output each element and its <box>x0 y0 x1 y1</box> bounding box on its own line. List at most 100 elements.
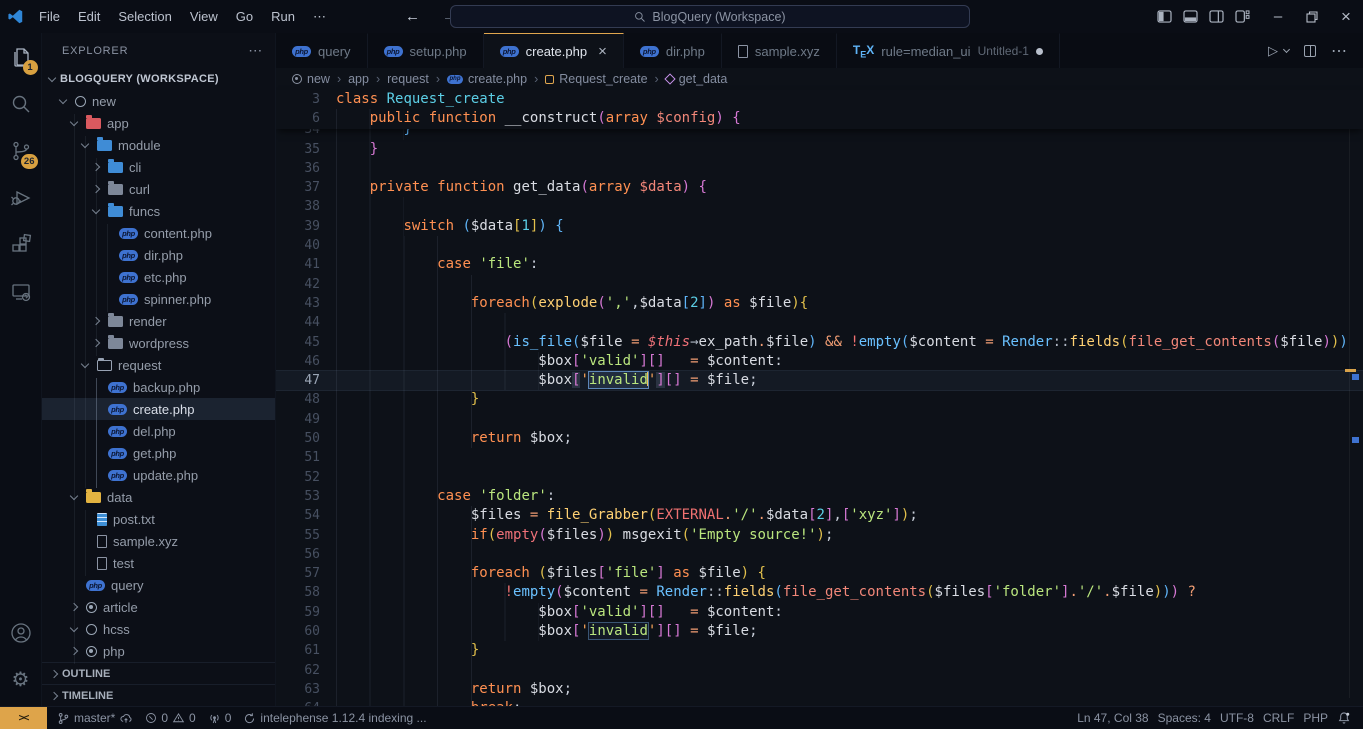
code-line-42[interactable]: 42 <box>276 275 1363 294</box>
account-icon[interactable] <box>0 609 42 656</box>
code-line-38[interactable]: 38 <box>276 197 1363 216</box>
tree-item-spinner.php[interactable]: phpspinner.php <box>42 288 275 310</box>
code-line-49[interactable]: 49 <box>276 410 1363 429</box>
breadcrumb-app[interactable]: app <box>348 72 369 86</box>
tree-item-create.php[interactable]: phpcreate.php <box>42 398 275 420</box>
code-line-62[interactable]: 62 <box>276 661 1363 680</box>
breadcrumb-get_data[interactable]: get_data <box>666 72 728 86</box>
tree-item-funcs[interactable]: funcs <box>42 200 275 222</box>
code-line-44[interactable]: 44 <box>276 313 1363 332</box>
remote-indicator[interactable]: >< <box>0 707 47 729</box>
code-area[interactable]: 34 }35 }3637 private function get_data(a… <box>276 129 1363 706</box>
menu-edit[interactable]: Edit <box>69 9 109 24</box>
code-line-46[interactable]: 46 $box['valid'][] = $content: <box>276 352 1363 371</box>
indentation[interactable]: Spaces: 4 <box>1158 711 1211 725</box>
language-mode[interactable]: PHP <box>1303 711 1328 725</box>
eol-sequence[interactable]: CRLF <box>1263 711 1294 725</box>
code-line-41[interactable]: 41 case 'file': <box>276 255 1363 274</box>
menu-selection[interactable]: Selection <box>109 9 180 24</box>
code-line-40[interactable]: 40 <box>276 236 1363 255</box>
run-button[interactable]: ▷ <box>1268 43 1289 59</box>
tree-item-app[interactable]: app <box>42 112 275 134</box>
ports-item[interactable]: 0 <box>202 711 238 725</box>
source-control-icon[interactable]: 26 <box>0 127 42 174</box>
menu-run[interactable]: Run <box>262 9 304 24</box>
code-line-57[interactable]: 57 foreach ($files['file'] as $file) { <box>276 564 1363 583</box>
remote-explorer-icon[interactable] <box>0 268 42 315</box>
code-line-60[interactable]: 60 $box['invalid'][] = $file; <box>276 622 1363 641</box>
timeline-section[interactable]: TIMELINE <box>42 684 275 706</box>
code-line-34[interactable]: 34 } <box>276 129 1363 140</box>
code-line-35[interactable]: 35 } <box>276 140 1363 159</box>
toggle-secondary-sidebar-icon[interactable] <box>1209 10 1224 23</box>
breadcrumb-request[interactable]: request <box>387 72 429 86</box>
search-sidebar-icon[interactable] <box>0 80 42 127</box>
tree-item-curl[interactable]: curl <box>42 178 275 200</box>
command-center-search[interactable]: BlogQuery (Workspace) <box>450 5 970 28</box>
minimize-button[interactable]: – <box>1261 0 1295 33</box>
close-icon[interactable]: × <box>598 43 607 60</box>
menu-[interactable]: ⋯ <box>304 9 335 24</box>
split-editor-icon[interactable] <box>1304 45 1316 57</box>
code-line-36[interactable]: 36 <box>276 159 1363 178</box>
intelephense-item[interactable]: intelephense 1.12.4 indexing ... <box>237 711 432 725</box>
tree-item-render[interactable]: render <box>42 310 275 332</box>
tree-item-php[interactable]: php <box>42 640 275 662</box>
tree-item-test[interactable]: test <box>42 552 275 574</box>
breadcrumb-Request_create[interactable]: Request_create <box>545 72 647 86</box>
cursor-position[interactable]: Ln 47, Col 38 <box>1077 711 1148 725</box>
tab-sample.xyz[interactable]: sample.xyz <box>722 33 837 68</box>
back-arrow-icon[interactable]: ← <box>405 8 420 25</box>
code-line-61[interactable]: 61 } <box>276 641 1363 660</box>
tab-rule=median_ui[interactable]: TEXrule=median_uiUntitled-1 <box>837 33 1060 68</box>
code-line-54[interactable]: 54 $files = file_Grabber(EXTERNAL.'/'.$d… <box>276 506 1363 525</box>
breadcrumb-create.php[interactable]: phpcreate.php <box>447 72 527 86</box>
tab-query[interactable]: phpquery <box>276 33 368 68</box>
code-line-55[interactable]: 55 if(empty($files)) msgexit('Empty sour… <box>276 526 1363 545</box>
outline-section[interactable]: OUTLINE <box>42 662 275 684</box>
tab-setup.php[interactable]: phpsetup.php <box>368 33 484 68</box>
encoding[interactable]: UTF-8 <box>1220 711 1254 725</box>
customize-layout-icon[interactable] <box>1235 10 1250 23</box>
tree-item-cli[interactable]: cli <box>42 156 275 178</box>
tab-create.php[interactable]: phpcreate.php× <box>484 33 624 68</box>
problems-item[interactable]: 0 0 <box>139 711 201 725</box>
code-line-47[interactable]: 47 $box['invalid'][] = $file; <box>276 371 1363 390</box>
code-line-43[interactable]: 43 foreach(explode(',',$data[2]) as $fil… <box>276 294 1363 313</box>
breadcrumb-new[interactable]: new <box>292 72 330 86</box>
menu-file[interactable]: File <box>30 9 69 24</box>
code-line-56[interactable]: 56 <box>276 545 1363 564</box>
code-line-58[interactable]: 58 !empty($content = Render::fields(file… <box>276 583 1363 602</box>
settings-gear-icon[interactable]: ⚙ <box>0 656 42 702</box>
tree-item-etc.php[interactable]: phpetc.php <box>42 266 275 288</box>
tree-item-wordpress[interactable]: wordpress <box>42 332 275 354</box>
code-line-59[interactable]: 59 $box['valid'][] = $content: <box>276 603 1363 622</box>
close-window-button[interactable]: × <box>1329 0 1363 33</box>
git-branch-item[interactable]: master* <box>51 711 139 726</box>
tree-item-get.php[interactable]: phpget.php <box>42 442 275 464</box>
tree-item-query[interactable]: phpquery <box>42 574 275 596</box>
run-debug-icon[interactable] <box>0 174 42 221</box>
extensions-icon[interactable] <box>0 221 42 268</box>
restore-button[interactable] <box>1295 0 1329 33</box>
more-actions-icon[interactable]: ⋯ <box>1331 41 1347 61</box>
tree-item-article[interactable]: article <box>42 596 275 618</box>
code-line-52[interactable]: 52 <box>276 468 1363 487</box>
tree-item-data[interactable]: data <box>42 486 275 508</box>
tree-item-new[interactable]: new <box>42 90 275 112</box>
code-line-64[interactable]: 64 break; <box>276 699 1363 706</box>
notifications-bell-icon[interactable] <box>1337 711 1351 725</box>
workspace-root[interactable]: BLOGQUERY (WORKSPACE) <box>42 68 275 90</box>
toggle-sidebar-icon[interactable] <box>1157 10 1172 23</box>
code-line-3[interactable]: 3class Request_create <box>276 90 1363 109</box>
code-line-53[interactable]: 53 case 'folder': <box>276 487 1363 506</box>
code-line-6[interactable]: 6 public function __construct(array $con… <box>276 109 1363 128</box>
menu-go[interactable]: Go <box>227 9 262 24</box>
explorer-icon[interactable]: 1 <box>0 33 42 80</box>
toggle-panel-icon[interactable] <box>1183 10 1198 23</box>
code-line-37[interactable]: 37 private function get_data(array $data… <box>276 178 1363 197</box>
tree-item-dir.php[interactable]: phpdir.php <box>42 244 275 266</box>
sidebar-more-icon[interactable]: ⋯ <box>248 42 263 59</box>
code-line-39[interactable]: 39 switch ($data[1]) { <box>276 217 1363 236</box>
tree-item-request[interactable]: request <box>42 354 275 376</box>
